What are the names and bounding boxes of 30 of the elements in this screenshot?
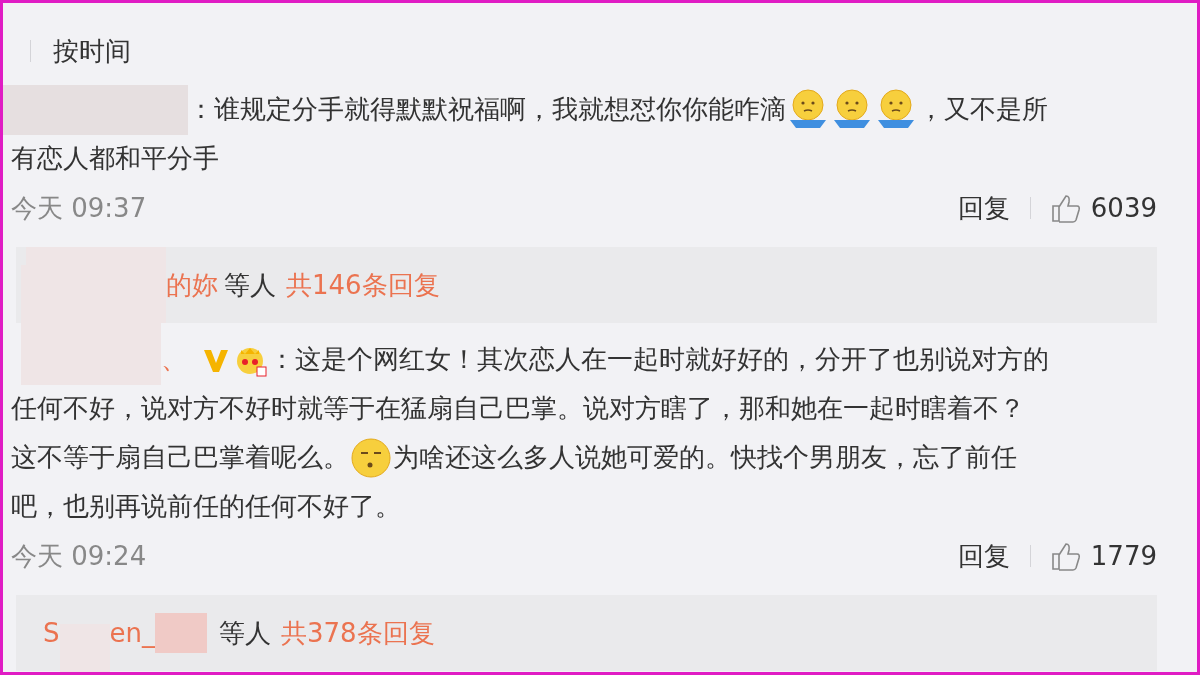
comment-text: ：这是个网红女！其次恋人在一起时就好好的，分开了也别说对方的	[269, 343, 1049, 376]
comment-text: ，又不是所	[918, 93, 1048, 126]
user-name[interactable]: 的妳	[166, 267, 218, 303]
comment-text: 任何不好，说对方不好时就等于在猛扇自己巴掌。说对方瞎了，那和她在一起时瞎着不？	[11, 392, 1025, 425]
reply-link[interactable]: 回复	[957, 190, 1010, 226]
comment-time: 今天 09:37	[11, 191, 148, 225]
comment-text: 有恋人都和平分手	[11, 142, 219, 175]
comment-text: 为啥还这么多人说她可爱的。快找个男朋友，忘了前任	[393, 441, 1017, 474]
emoji-icon	[349, 435, 393, 480]
sort-option[interactable]: 按时间	[53, 33, 131, 69]
comment-text: 这不等于扇自己巴掌着呢么。	[11, 441, 349, 474]
comment-time: 今天 09:24	[11, 539, 148, 573]
summary-text: 等人	[224, 268, 276, 302]
thumbs-up-icon[interactable]	[1050, 541, 1083, 571]
replies-summary-bar[interactable]: S en_ 等人 共378条回复	[16, 595, 1157, 671]
reply-link[interactable]: 回复	[957, 538, 1010, 574]
reply-count-link[interactable]: 共378条回复	[281, 615, 435, 651]
thumbs-up-icon[interactable]	[1050, 193, 1083, 223]
reply-count-link[interactable]: 共146条回复	[286, 267, 440, 303]
author-name[interactable]: 、	[161, 342, 187, 377]
like-count: 6039	[1090, 193, 1157, 223]
summary-text: 等人	[219, 616, 271, 650]
user-name[interactable]: S	[43, 618, 60, 648]
redaction-block	[59, 624, 110, 672]
user-name[interactable]: en_	[109, 618, 155, 648]
comment-text: ：谁规定分手就得默默祝福啊，我就想怼你你能咋滴	[188, 93, 786, 126]
redaction-block	[155, 613, 207, 653]
replies-summary-bar[interactable]: 的妳 等人 共146条回复	[16, 247, 1157, 323]
like-count: 1779	[1090, 541, 1157, 571]
comment-text: 吧，也别再说前任的任何不好了。	[11, 490, 401, 523]
